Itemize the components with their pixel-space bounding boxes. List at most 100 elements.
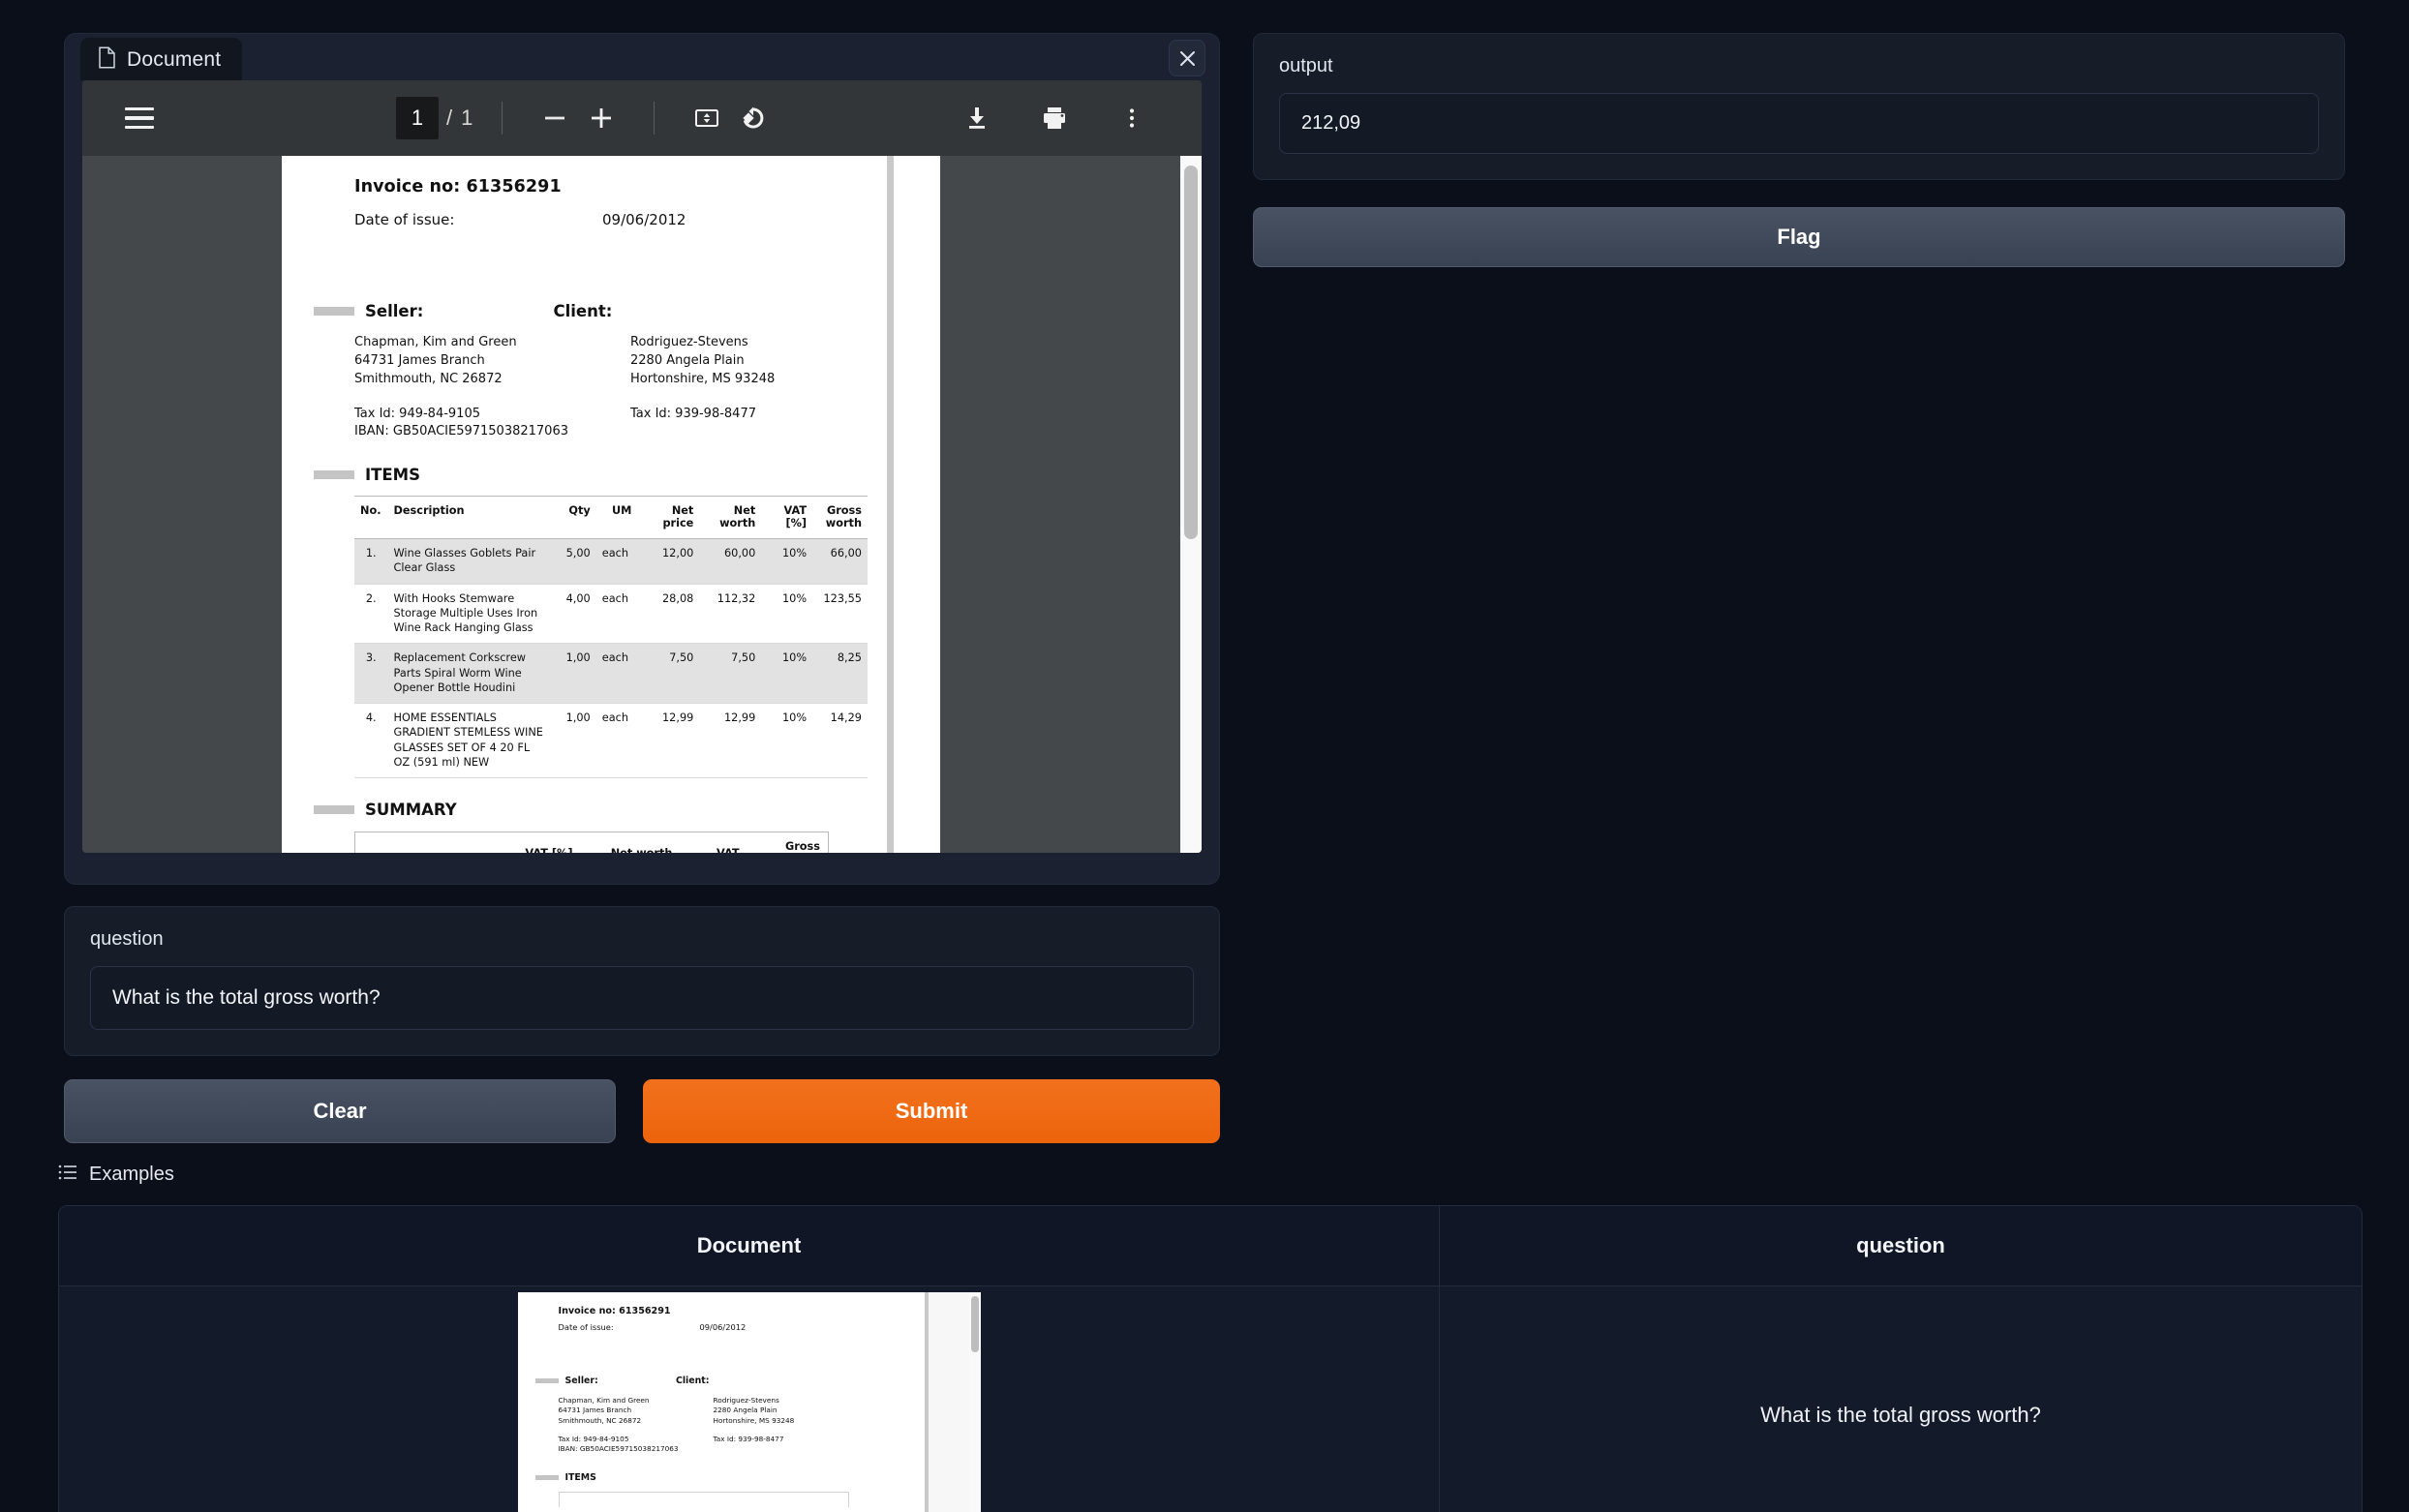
redaction-mark xyxy=(314,307,354,316)
item-net-worth: 112,32 xyxy=(699,584,762,645)
list-icon xyxy=(58,1164,77,1185)
thumb-seller-heading: Seller: xyxy=(564,1376,598,1386)
item-um: each xyxy=(595,643,638,705)
item-description: Replacement Corkscrew Parts Spiral Worm … xyxy=(387,643,554,705)
pdf-page-1: Invoice no: 61356291 Date of issue: 09/0… xyxy=(282,156,940,853)
thumb-items-label: ITEMS xyxy=(564,1471,596,1483)
item-net-worth: 60,00 xyxy=(699,538,762,585)
thumbnail-page: Invoice no: 61356291 Date of issue: 09/0… xyxy=(517,1292,925,1512)
fit-to-page-button[interactable] xyxy=(684,95,730,141)
action-button-row: Clear Submit xyxy=(64,1079,1220,1143)
redaction-mark xyxy=(314,805,354,815)
summary-heading: SUMMARY xyxy=(365,801,457,820)
thumb-seller-name: Chapman, Kim and Green xyxy=(558,1396,650,1405)
thumbnail-invoice-content: Invoice no: 61356291 Date of issue: 09/0… xyxy=(518,1292,925,1507)
tab-document[interactable]: Document xyxy=(80,38,243,80)
right-column: output 212,09 Flag xyxy=(1253,33,2345,267)
item-um: each xyxy=(595,584,638,645)
client-city: Hortonshire, MS 93248 xyxy=(630,371,776,386)
seller-name: Chapman, Kim and Green xyxy=(354,335,517,349)
thumb-seller-tax-id: Tax Id: 949-84-9105 xyxy=(558,1435,629,1444)
summary-header-row: VAT [%] Net worth VAT Gross worth xyxy=(354,832,829,853)
item-no: 2. xyxy=(354,584,388,645)
question-label: question xyxy=(90,928,164,950)
items-col-um: UM xyxy=(595,496,638,540)
examples-header[interactable]: Examples xyxy=(58,1164,2363,1186)
items-heading-row: ITEMS xyxy=(282,465,940,484)
item-net-price: 12,00 xyxy=(637,538,700,585)
download-button[interactable] xyxy=(954,95,1000,141)
items-col-gross-worth: Gross worth xyxy=(812,496,868,540)
items-table-header-row: No. Description Qty UM Net price Net wor… xyxy=(354,496,868,540)
close-document-button[interactable] xyxy=(1169,40,1205,76)
items-heading: ITEMS xyxy=(365,466,420,485)
thumb-parties-block: Chapman, Kim and Green 64731 James Branc… xyxy=(518,1396,925,1455)
clear-button[interactable]: Clear xyxy=(64,1079,616,1143)
examples-table: Document question Invoice no: 61356291 D… xyxy=(58,1205,2363,1512)
table-row[interactable]: Invoice no: 61356291 Date of issue: 09/0… xyxy=(59,1286,2362,1512)
item-net-price: 7,50 xyxy=(637,643,700,705)
client-tax-id: Tax Id: 939-98-8477 xyxy=(630,406,756,421)
app-root: Document 1 / 1 Invoice no: 61356291 Date… xyxy=(0,0,2409,1512)
thumb-parties-heading: Seller: Client: xyxy=(518,1371,925,1389)
item-qty: 1,00 xyxy=(553,643,596,705)
more-vertical-icon xyxy=(1129,108,1135,128)
thumb-client-street: 2280 Angela Plain xyxy=(713,1406,778,1415)
item-gross-worth: 123,55 xyxy=(812,584,868,645)
item-vat: 10% xyxy=(761,703,813,779)
thumb-seller-block: Chapman, Kim and Green 64731 James Branc… xyxy=(559,1396,714,1455)
client-name: Rodriguez-Stevens xyxy=(630,335,748,349)
question-input[interactable]: What is the total gross worth? xyxy=(90,966,1194,1030)
thumb-invoice-number: Invoice no: 61356291 xyxy=(558,1306,671,1316)
thumb-client-block: Rodriguez-Stevens 2280 Angela Plain Hort… xyxy=(714,1396,795,1455)
print-button[interactable] xyxy=(1031,95,1078,141)
toolbar-divider-1 xyxy=(502,102,503,135)
submit-button[interactable]: Submit xyxy=(643,1079,1220,1143)
thumbnail-page-edge xyxy=(924,1292,929,1512)
thumbnail-vertical-scrollbar[interactable] xyxy=(968,1292,981,1512)
table-row: 1. Wine Glasses Goblets Pair Clear Glass… xyxy=(354,538,868,585)
invoice-number: Invoice no: 61356291 xyxy=(354,177,562,197)
summary-heading-row: SUMMARY xyxy=(282,800,940,819)
rotate-button[interactable] xyxy=(730,95,777,141)
example-question-cell[interactable]: What is the total gross worth? xyxy=(1440,1286,2362,1512)
close-icon xyxy=(1179,50,1195,66)
tab-document-label: Document xyxy=(127,47,222,71)
table-row: 2. With Hooks Stemware Storage Multiple … xyxy=(354,584,868,645)
left-column: Document 1 / 1 Invoice no: 61356291 Date… xyxy=(64,33,1220,1143)
examples-header-row: Document question xyxy=(59,1206,2362,1286)
items-col-description: Description xyxy=(387,496,554,540)
items-col-vat: VAT [%] xyxy=(761,496,813,540)
pdf-page-canvas[interactable]: Invoice no: 61356291 Date of issue: 09/0… xyxy=(82,156,1202,853)
pdf-scrollbar-thumb[interactable] xyxy=(1184,166,1198,539)
item-no: 3. xyxy=(354,643,388,705)
page-number-input[interactable]: 1 xyxy=(396,97,439,139)
invoice-thumbnail[interactable]: Invoice no: 61356291 Date of issue: 09/0… xyxy=(517,1292,981,1512)
parties-heading-row: Seller: Client: xyxy=(282,301,940,320)
output-value: 212,09 xyxy=(1279,93,2319,154)
thumbnail-vscroll-thumb[interactable] xyxy=(970,1296,979,1352)
thumb-date-value: 09/06/2012 xyxy=(699,1322,747,1332)
redaction-mark xyxy=(534,1378,559,1383)
thumb-client-tax-id: Tax Id: 939-98-8477 xyxy=(713,1435,784,1444)
summary-col-gross-worth: Gross worth xyxy=(747,832,829,853)
summary-col-vat: VAT xyxy=(680,832,747,853)
zoom-out-button[interactable] xyxy=(532,95,578,141)
parties-block: Chapman, Kim and Green 64731 James Branc… xyxy=(282,334,940,441)
summary-col-vat-pct: VAT [%] xyxy=(495,832,581,853)
item-vat: 10% xyxy=(761,584,813,645)
pdf-vertical-scrollbar[interactable] xyxy=(1180,156,1202,853)
item-vat: 10% xyxy=(761,643,813,705)
example-document-cell[interactable]: Invoice no: 61356291 Date of issue: 09/0… xyxy=(59,1286,1440,1512)
more-options-button[interactable] xyxy=(1109,95,1155,141)
summary-col-net-worth: Net worth xyxy=(580,832,681,853)
item-gross-worth: 8,25 xyxy=(812,643,868,705)
item-no: 1. xyxy=(354,538,388,585)
items-col-qty: Qty xyxy=(553,496,596,540)
thumb-client-heading: Client: xyxy=(675,1376,710,1386)
zoom-in-button[interactable] xyxy=(578,95,625,141)
hamburger-menu-icon[interactable] xyxy=(125,106,154,130)
examples-col-question: question xyxy=(1856,1233,1945,1257)
flag-button[interactable]: Flag xyxy=(1253,207,2345,267)
item-no: 4. xyxy=(354,703,388,779)
